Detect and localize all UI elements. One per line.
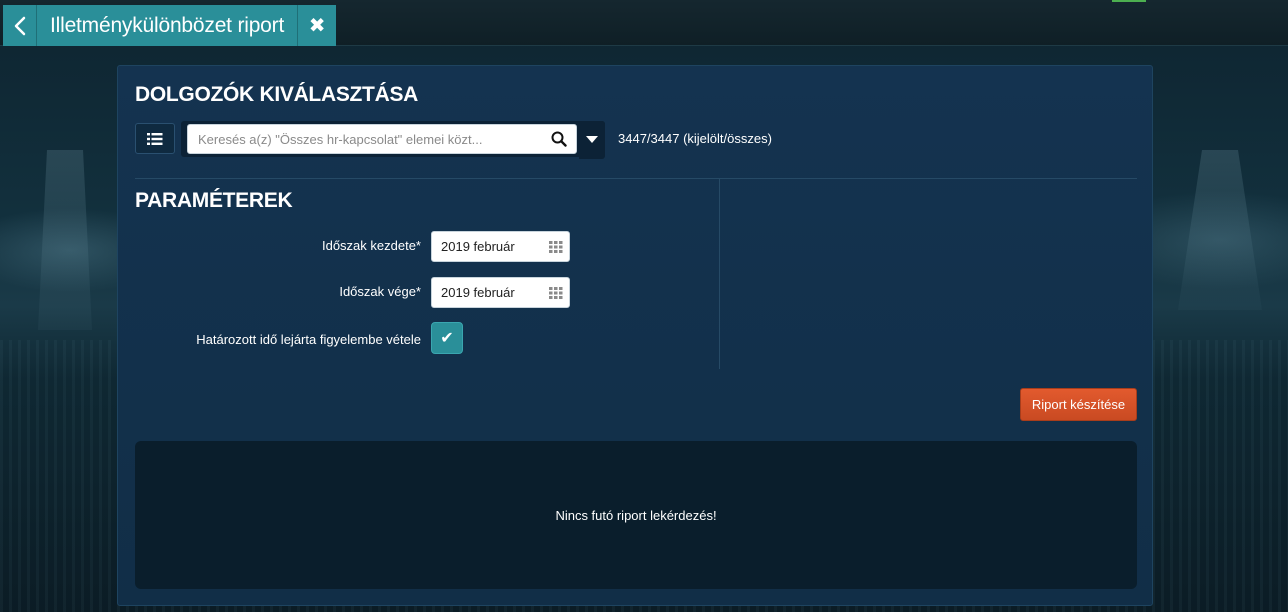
period-start-label: Időszak kezdete* xyxy=(321,238,421,253)
period-end-value: 2019 február xyxy=(441,285,515,300)
period-end-label: Időszak vége* xyxy=(339,284,421,299)
period-end-field[interactable]: 2019 február xyxy=(431,277,570,308)
caret-down-icon xyxy=(586,136,598,143)
column-divider xyxy=(719,179,720,369)
period-start-value: 2019 február xyxy=(441,239,515,254)
employee-search xyxy=(181,121,605,157)
back-button[interactable] xyxy=(3,5,37,46)
list-icon xyxy=(147,132,163,145)
calendar-icon[interactable] xyxy=(549,241,563,253)
report-tab: Illetménykülönbözet riport ✖ xyxy=(3,5,337,46)
report-result-area: Nincs futó riport lekérdezés! xyxy=(135,441,1137,589)
report-panel: DOLGOZÓK KIVÁLASZTÁSA 3447/3447 (kijelöl… xyxy=(117,65,1153,606)
calendar-icon[interactable] xyxy=(549,287,563,299)
checkmark-icon: ✔ xyxy=(440,330,454,347)
chevron-left-icon xyxy=(14,16,25,35)
top-accent-line xyxy=(1112,0,1146,2)
parameters-section-title: PARAMÉTEREK xyxy=(135,189,293,212)
top-bar: Illetménykülönbözet riport ✖ xyxy=(0,0,1288,46)
fixed-term-label: Határozott idő lejárta figyelembe vétele xyxy=(196,332,421,347)
period-start-field[interactable]: 2019 február xyxy=(431,231,570,262)
background-bridge-right xyxy=(1178,150,1262,310)
background-bridge-left xyxy=(38,150,92,330)
search-filter-dropdown[interactable] xyxy=(579,121,605,159)
fixed-term-checkbox[interactable]: ✔ xyxy=(431,322,463,354)
employee-search-input[interactable] xyxy=(187,124,577,154)
create-report-button[interactable]: Riport készítése xyxy=(1020,388,1137,421)
close-icon: ✖ xyxy=(308,15,326,37)
tab-close-button[interactable]: ✖ xyxy=(298,5,337,46)
selection-count: 3447/3447 (kijelölt/összes) xyxy=(618,131,772,146)
report-status-text: Nincs futó riport lekérdezés! xyxy=(555,507,717,523)
search-icon[interactable] xyxy=(551,131,567,147)
section-divider xyxy=(135,178,1137,179)
tab-title[interactable]: Illetménykülönbözet riport xyxy=(37,5,299,46)
employees-section-title: DOLGOZÓK KIVÁLASZTÁSA xyxy=(135,83,419,106)
employee-list-button[interactable] xyxy=(135,123,175,154)
